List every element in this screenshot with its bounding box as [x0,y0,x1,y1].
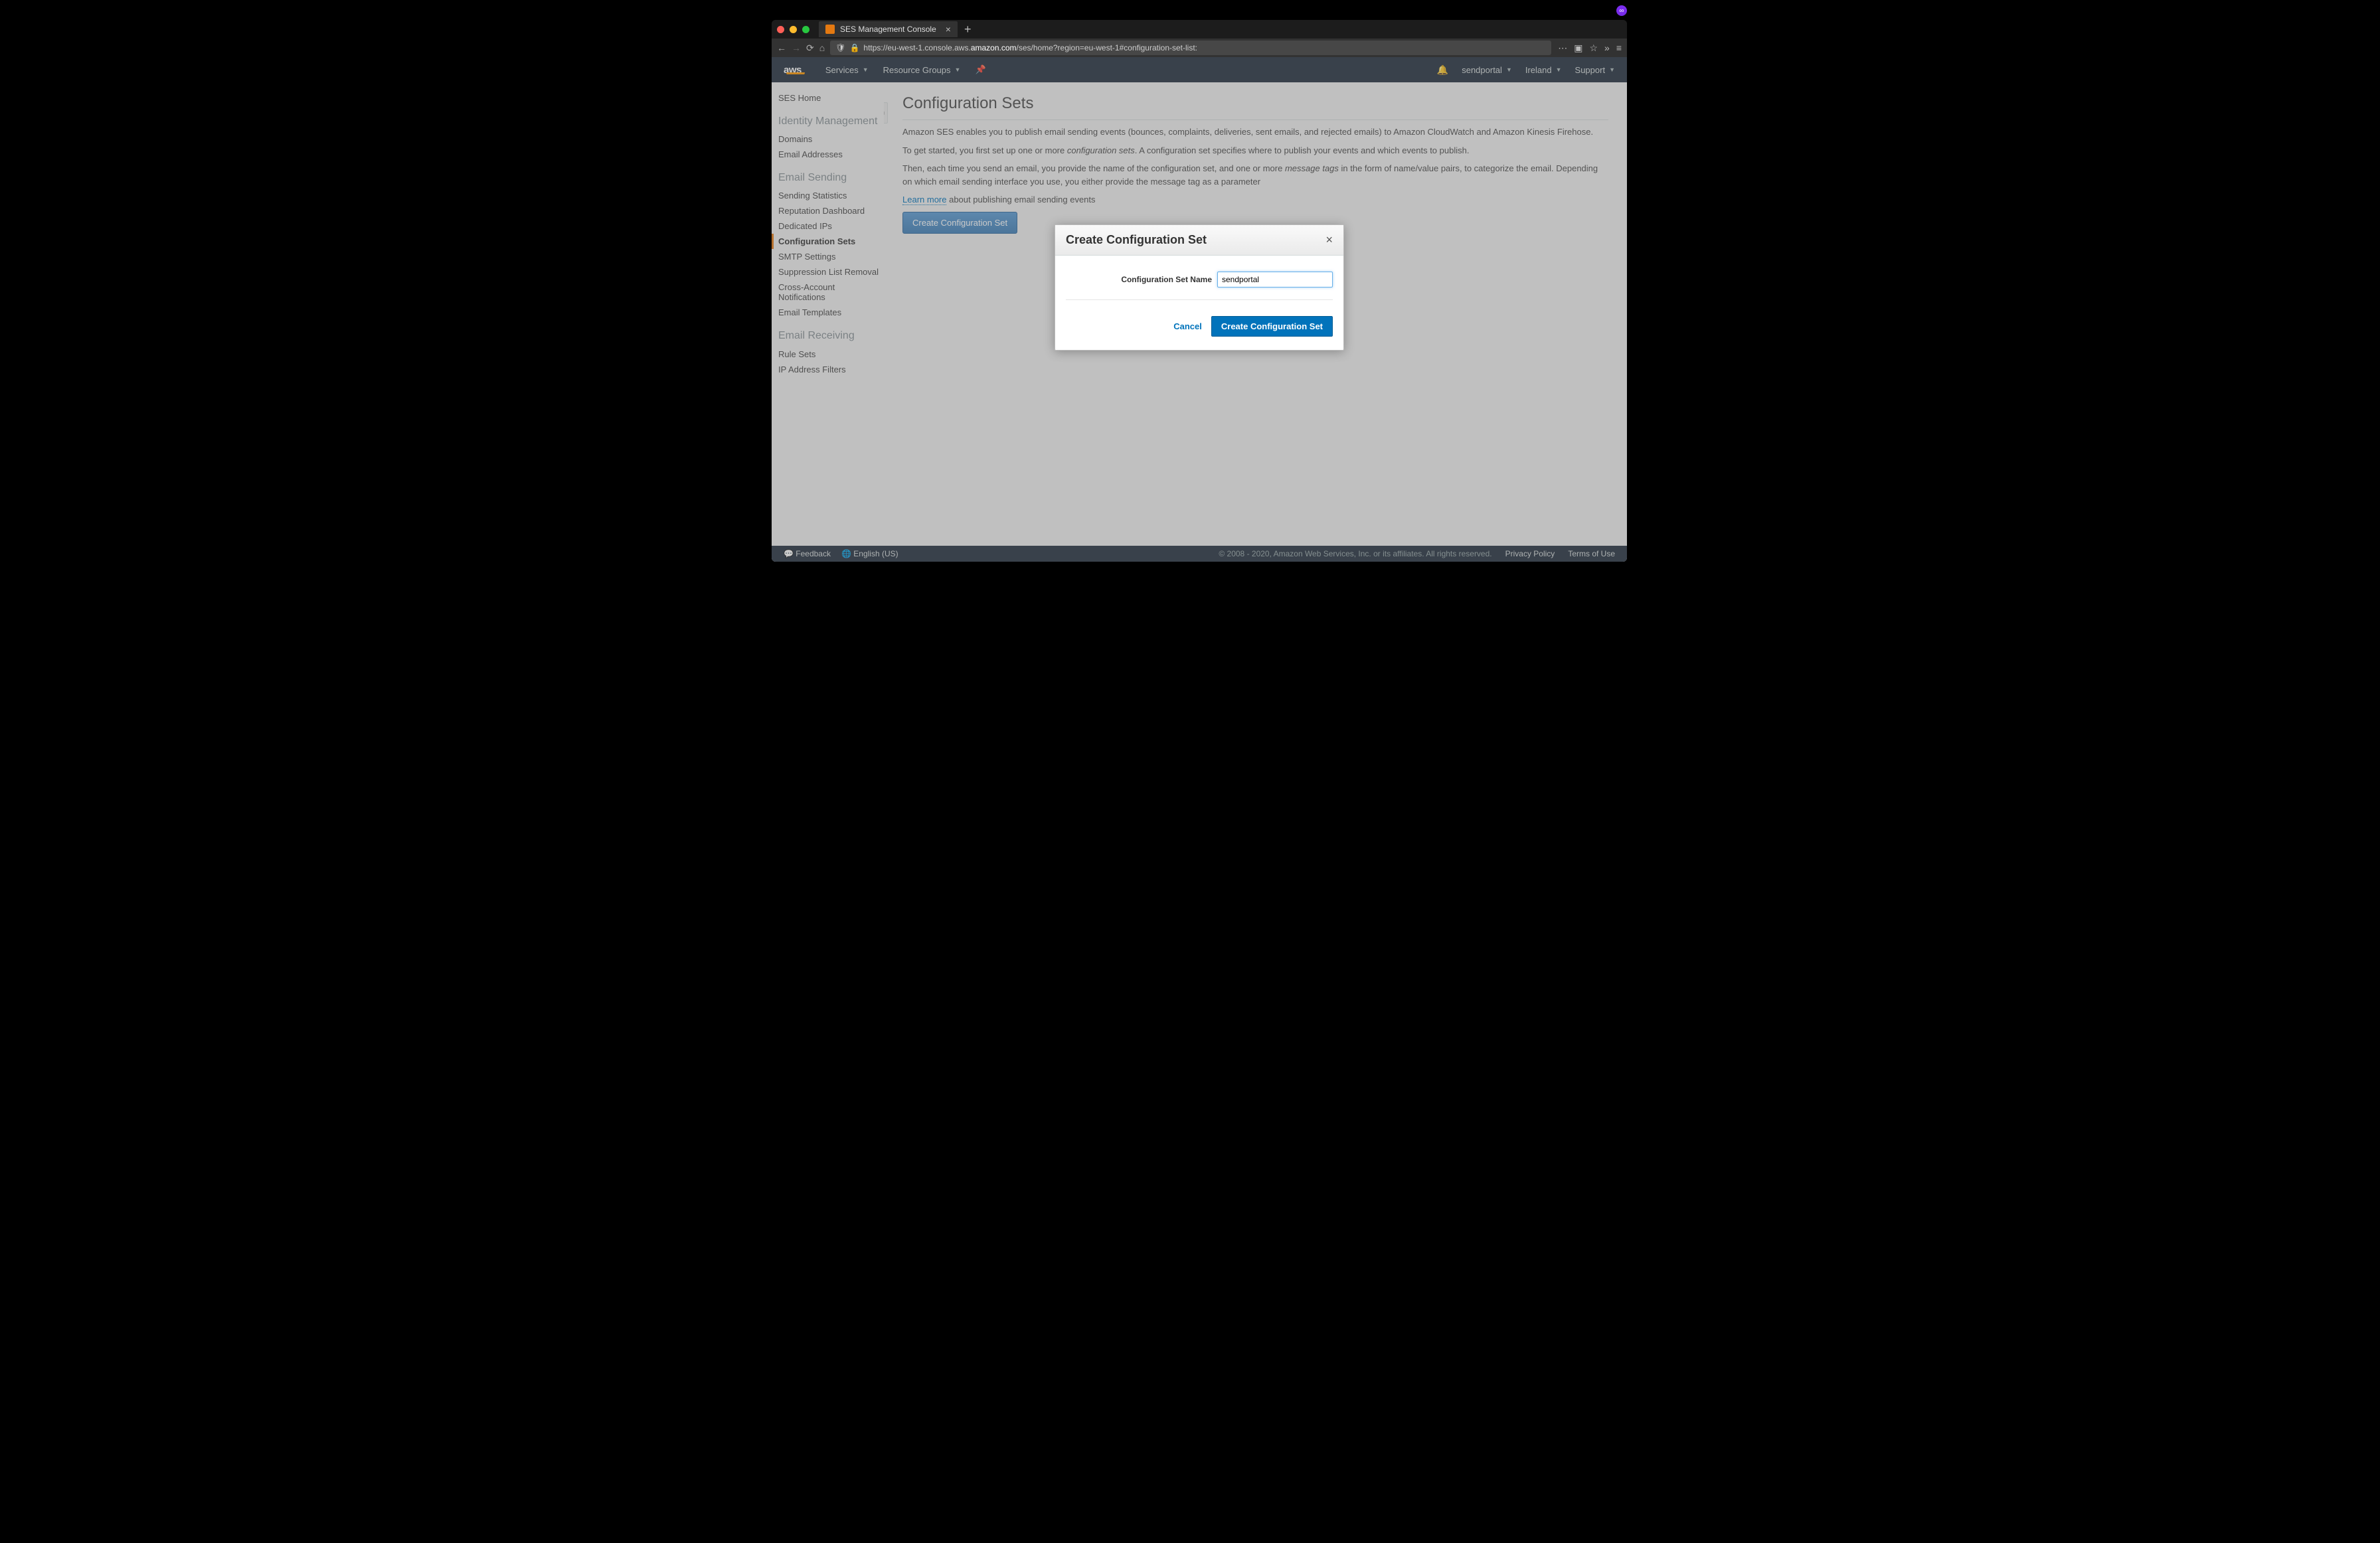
browser-toolbar: ← → ⟳ ⌂ 🛡 🔒 https://eu-west-1.console.aw… [772,39,1627,57]
modal-confirm-button[interactable]: Create Configuration Set [1211,316,1333,337]
page-actions-icon[interactable]: ⋯ [1558,42,1567,54]
tracking-shield-icon[interactable]: 🛡 [835,43,845,52]
url-post: /ses/home?region=eu-west-1#configuration… [1017,43,1197,52]
url-bar[interactable]: 🛡 🔒 https://eu-west-1.console.aws.amazon… [830,41,1551,55]
favicon-icon [825,25,835,34]
lock-icon: 🔒 [849,43,859,52]
browser-tabstrip: SES Management Console × + [772,20,1627,39]
page-viewport: aws Services▼ Resource Groups▼ 📌 🔔 sendp… [772,57,1627,562]
nav-home-icon[interactable]: ⌂ [819,42,825,53]
modal-body: Configuration Set Name [1055,256,1343,316]
reader-icon[interactable]: ▣ [1574,42,1582,54]
app-menu-icon[interactable]: ≡ [1616,42,1622,53]
config-name-row: Configuration Set Name [1066,272,1333,300]
window-close-icon[interactable] [777,26,784,33]
bookmark-star-icon[interactable]: ☆ [1589,42,1598,54]
nav-back-icon[interactable]: ← [777,42,786,53]
config-name-label: Configuration Set Name [1121,275,1212,284]
nav-forward-icon: → [792,42,801,53]
modal-header: Create Configuration Set × [1055,225,1343,256]
browser-tab[interactable]: SES Management Console × [819,21,958,37]
create-config-set-modal: Create Configuration Set × Configuration… [1055,224,1344,351]
window-minimize-icon[interactable] [790,26,797,33]
modal-footer: Cancel Create Configuration Set [1055,316,1343,350]
modal-close-icon[interactable]: × [1325,233,1333,247]
browser-window: SES Management Console × + ← → ⟳ ⌂ 🛡 🔒 h… [772,20,1627,562]
url-host: amazon.com [971,43,1017,52]
nav-reload-icon[interactable]: ⟳ [806,42,814,54]
new-tab-button[interactable]: + [964,23,972,37]
modal-title: Create Configuration Set [1066,233,1207,247]
window-zoom-icon[interactable] [802,26,809,33]
window-controls [777,26,809,33]
overflow-icon[interactable]: » [1604,42,1610,53]
url-pre: https://eu-west-1.console.aws. [863,43,970,52]
tab-close-icon[interactable]: × [946,24,951,35]
extension-badge-icon[interactable]: ∞ [1616,5,1627,16]
config-name-input[interactable] [1217,272,1333,287]
tab-title: SES Management Console [840,25,936,34]
modal-cancel-button[interactable]: Cancel [1173,321,1202,331]
